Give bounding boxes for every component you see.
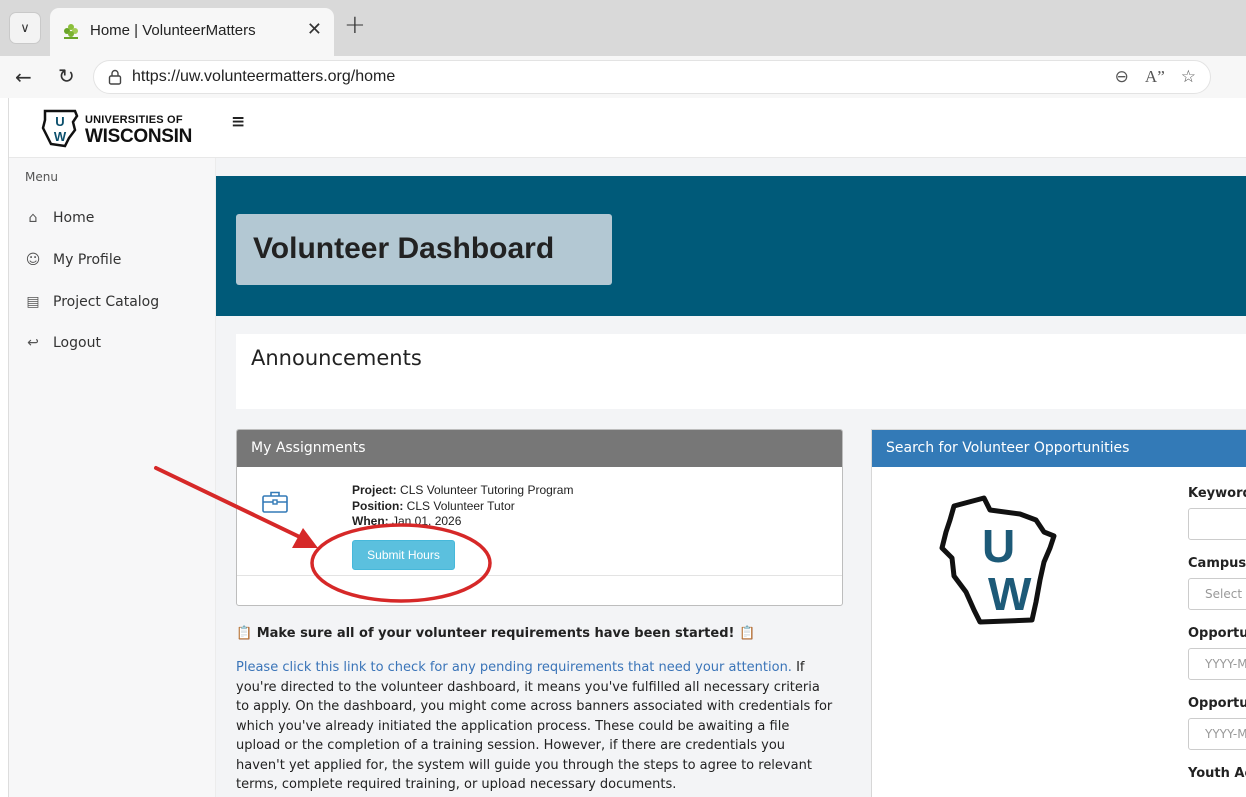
opportunity-start-input[interactable]: YYYY-MM-DD	[1188, 648, 1246, 680]
close-tab-icon[interactable]: ✕	[307, 19, 322, 40]
keyword-input[interactable]	[1188, 508, 1246, 540]
book-icon: ▤	[26, 294, 40, 310]
svg-text:U: U	[55, 114, 64, 129]
browser-tab[interactable]: Home | VolunteerMatters ✕	[50, 8, 334, 56]
tab-list-button[interactable]: ∨	[9, 12, 41, 44]
main-content: Volunteer Dashboard Announcements My Ass…	[216, 158, 1246, 797]
url-text: https://uw.volunteermatters.org/home	[132, 68, 396, 85]
web-page: U W UNIVERSITIES OF WISCONSIN ≡ Menu ⌂ H…	[8, 98, 1246, 797]
tab-title: Home | VolunteerMatters	[90, 22, 256, 39]
hamburger-menu-icon[interactable]: ≡	[231, 112, 245, 132]
volunteermatters-favicon-icon	[64, 24, 78, 39]
sidebar-item-label: Project Catalog	[53, 294, 160, 310]
sidebar-item-project-catalog[interactable]: ▤ Project Catalog	[25, 294, 159, 310]
campus-label: Campus	[1188, 556, 1246, 571]
logo-letter-w: W	[988, 568, 1032, 620]
requirements-heading: 📋 Make sure all of your volunteer requir…	[236, 626, 756, 641]
keyword-label: Keyword	[1188, 486, 1246, 501]
announcements-title: Announcements	[251, 346, 422, 370]
my-assignments-card: My Assignments Project: CLS Volunteer Tu…	[236, 429, 843, 606]
lock-icon	[108, 69, 122, 85]
sidebar-item-label: Logout	[53, 335, 101, 351]
my-assignments-header: My Assignments	[237, 430, 842, 467]
hero-title-box: Volunteer Dashboard	[236, 214, 612, 285]
search-opportunities-card: Search for Volunteer Opportunities U W K…	[871, 429, 1246, 797]
sidebar-item-my-profile[interactable]: ☺ My Profile	[25, 252, 122, 268]
read-aloud-icon[interactable]: A”	[1145, 67, 1165, 87]
svg-text:W: W	[54, 129, 67, 144]
uw-logo[interactable]: U W UNIVERSITIES OF WISCONSIN	[39, 108, 199, 148]
submit-hours-button[interactable]: Submit Hours	[352, 540, 455, 570]
zoom-out-icon[interactable]: ⊖	[1115, 67, 1129, 87]
assignment-details: Project: CLS Volunteer Tutoring Program …	[352, 483, 573, 530]
menu-label: Menu	[25, 170, 58, 184]
browser-tabstrip: ∨ Home | VolunteerMatters ✕ +	[0, 0, 1246, 56]
address-bar[interactable]: https://uw.volunteermatters.org/home ⊖ A…	[93, 60, 1211, 94]
uw-logo-mark-icon: U W	[41, 109, 79, 148]
search-title: Search for Volunteer Opportunities	[886, 440, 1130, 456]
favorite-star-icon[interactable]: ☆	[1181, 67, 1196, 87]
search-header: Search for Volunteer Opportunities	[872, 430, 1246, 467]
logout-icon: ↩	[27, 335, 39, 351]
wisconsin-uw-logo-icon: U W	[939, 495, 1057, 625]
opportunity-start-label: Opportunity Start Date	[1188, 626, 1246, 641]
new-tab-icon[interactable]: +	[344, 10, 366, 40]
sidebar-item-home[interactable]: ⌂ Home	[25, 210, 95, 226]
sidebar-item-logout[interactable]: ↩ Logout	[25, 335, 101, 351]
back-arrow-icon[interactable]: ←	[15, 65, 32, 89]
assignment-project: Project: CLS Volunteer Tutoring Program	[352, 483, 574, 497]
sidebar-item-label: Home	[53, 210, 95, 226]
opportunity-end-input[interactable]: YYYY-MM-DD	[1188, 718, 1246, 750]
browser-toolbar: ← ↻ https://uw.volunteermatters.org/home…	[0, 56, 1246, 141]
logo-line-2: WISCONSIN	[85, 126, 193, 147]
opportunity-end-label: Opportunity End Date	[1188, 696, 1246, 711]
assignment-position: Position: CLS Volunteer Tutor	[352, 498, 515, 513]
logo-letter-u: U	[982, 520, 1015, 572]
clipboard-icon: 📋	[738, 626, 756, 641]
sidebar: Menu ⌂ Home ☺ My Profile ▤ Project Catal…	[9, 158, 216, 797]
card-divider	[237, 575, 842, 576]
announcements-panel: Announcements	[236, 334, 1246, 409]
youth-activity-label: Youth Activity	[1188, 766, 1246, 781]
smiley-icon: ☺	[25, 252, 41, 268]
site-header: U W UNIVERSITIES OF WISCONSIN ≡	[9, 98, 1246, 158]
sidebar-item-label: My Profile	[53, 252, 122, 268]
briefcase-icon	[262, 491, 288, 513]
clipboard-icon: 📋	[236, 626, 253, 641]
pending-requirements-link[interactable]: Please click this link to check for any …	[236, 660, 792, 675]
page-title: Volunteer Dashboard	[253, 232, 555, 265]
assignment-when: When: Jan 01, 2026	[352, 514, 462, 528]
address-bar-actions: ⊖ A” ☆	[1115, 67, 1196, 87]
logo-line-1: UNIVERSITIES OF	[85, 114, 183, 126]
chevron-down-icon: ∨	[20, 20, 30, 36]
home-icon: ⌂	[28, 210, 38, 226]
reload-icon[interactable]: ↻	[58, 64, 75, 88]
campus-select[interactable]: Select a campus	[1188, 578, 1246, 610]
dashboard-hero: Volunteer Dashboard	[216, 176, 1246, 316]
my-assignments-title: My Assignments	[251, 440, 366, 456]
requirements-text: Please click this link to check for any …	[236, 660, 833, 792]
